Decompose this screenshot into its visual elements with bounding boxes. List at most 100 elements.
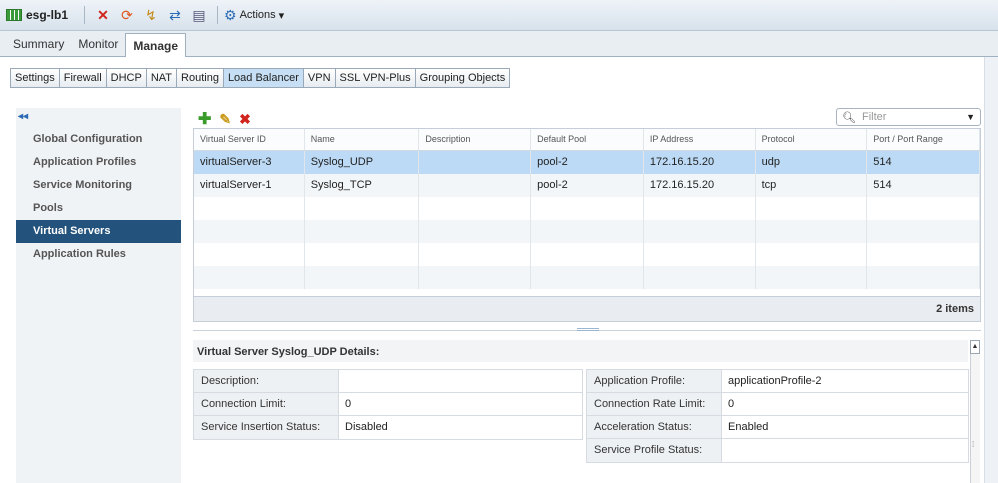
nav-pools[interactable]: Pools: [16, 197, 181, 220]
details-right-table: Application Profile: applicationProfile-…: [586, 369, 969, 463]
cell-description: [419, 174, 532, 197]
subtab-firewall[interactable]: Firewall: [59, 69, 107, 87]
cell-port: 514: [867, 174, 981, 197]
search-icon: 🔍︎: [842, 111, 856, 124]
detail-label: Application Profile:: [587, 370, 722, 392]
right-panel-edge: [984, 57, 998, 483]
column-header[interactable]: Name: [305, 129, 420, 150]
splitter-grip[interactable]: [577, 328, 599, 331]
details-row: Connection Rate Limit: 0: [587, 393, 968, 416]
subtab-routing[interactable]: Routing: [177, 69, 224, 87]
column-header[interactable]: IP Address: [644, 129, 756, 150]
detail-label: Service Profile Status:: [587, 439, 722, 462]
cell-protocol: tcp: [756, 174, 868, 197]
collapse-panel-icon[interactable]: ◂◂: [18, 111, 28, 122]
load-balancer-nav: ◂◂ Global Configuration Application Prof…: [16, 108, 181, 483]
filter-input[interactable]: 🔍︎ Filter ▼: [836, 108, 981, 126]
tab-monitor[interactable]: Monitor: [71, 32, 125, 56]
cell-default-pool: pool-2: [531, 174, 644, 197]
subtab-dhcp[interactable]: DHCP: [106, 69, 147, 87]
details-scrollbar[interactable]: [970, 340, 980, 483]
cell-default-pool: pool-2: [531, 151, 644, 174]
details-row: Acceleration Status: Enabled: [587, 416, 968, 439]
nav-service-monitoring[interactable]: Service Monitoring: [16, 174, 181, 197]
table-body: virtualServer-3 Syslog_UDP pool-2 172.16…: [194, 151, 981, 289]
object-toolbar: esg-lb1 ✕ ⟳ ↯ ⇄ ▤ ⚙ Actions ▾: [0, 0, 998, 31]
subtab-ssl-vpn-plus[interactable]: SSL VPN-Plus: [335, 69, 416, 87]
actions-menu[interactable]: ⚙ Actions ▾: [224, 7, 284, 24]
details-row: Service Insertion Status: Disabled: [194, 416, 582, 439]
gear-icon: ⚙: [224, 6, 237, 23]
column-header[interactable]: Protocol: [756, 129, 868, 150]
grid-toolbar: ✚ ✎ ✖: [198, 109, 251, 129]
detail-label: Service Insertion Status:: [194, 416, 339, 439]
properties-icon[interactable]: ▤: [189, 5, 209, 25]
column-header[interactable]: Port / Port Range: [867, 129, 981, 150]
cell-ip-address: 172.16.15.20: [644, 151, 756, 174]
object-title: esg-lb1: [26, 8, 69, 22]
detail-label: Connection Rate Limit:: [587, 393, 722, 415]
detail-value: Disabled: [345, 421, 388, 433]
column-header[interactable]: Virtual Server ID: [194, 129, 305, 150]
cell-name: Syslog_TCP: [305, 174, 420, 197]
nav-global-configuration[interactable]: Global Configuration: [16, 128, 181, 151]
detail-value: Enabled: [728, 421, 769, 433]
detail-label: Acceleration Status:: [587, 416, 722, 438]
table-header: Virtual Server ID Name Description Defau…: [194, 129, 981, 151]
details-row: Description:: [194, 370, 582, 393]
cell-ip-address: 172.16.15.20: [644, 174, 756, 197]
item-count: 2 items: [194, 296, 980, 321]
add-icon[interactable]: ✚: [198, 109, 211, 129]
detail-value: [339, 370, 351, 392]
edge-gateway-icon: [6, 9, 22, 21]
delete-icon[interactable]: ✖: [239, 111, 251, 128]
cell-virtual-server-id: virtualServer-1: [194, 174, 305, 197]
empty-row: [194, 266, 981, 289]
cell-description: [419, 151, 532, 174]
refresh-icon[interactable]: ⟳: [117, 5, 137, 25]
column-header[interactable]: Description: [419, 129, 532, 150]
table-row[interactable]: virtualServer-1 Syslog_TCP pool-2 172.16…: [194, 174, 981, 197]
subtab-grouping-objects[interactable]: Grouping Objects: [415, 69, 510, 87]
empty-row: [194, 220, 981, 243]
details-row: Connection Limit: 0: [194, 393, 582, 416]
details-left-table: Description: Connection Limit: 0 Service…: [193, 369, 583, 440]
subtab-vpn[interactable]: VPN: [303, 69, 336, 87]
subtab-load-balancer[interactable]: Load Balancer: [223, 69, 304, 87]
toolbar-divider: [84, 6, 86, 24]
nav-virtual-servers[interactable]: Virtual Servers: [16, 220, 181, 243]
cell-name: Syslog_UDP: [305, 151, 420, 174]
tab-summary[interactable]: Summary: [6, 32, 71, 56]
filter-placeholder: Filter: [861, 111, 887, 123]
detail-value: 0: [728, 398, 735, 410]
empty-row: [194, 197, 981, 220]
chevron-down-icon: ▾: [278, 9, 285, 22]
detail-label: Connection Limit:: [194, 393, 339, 415]
detail-value: applicationProfile-2: [728, 375, 822, 387]
details-row: Application Profile: applicationProfile-…: [587, 370, 968, 393]
column-header[interactable]: Default Pool: [531, 129, 644, 150]
chevron-down-icon[interactable]: ▼: [966, 112, 975, 122]
cell-virtual-server-id: virtualServer-3: [194, 151, 305, 174]
table-row[interactable]: virtualServer-3 Syslog_UDP pool-2 172.16…: [194, 151, 981, 174]
sub-tabs: Settings Firewall DHCP NAT Routing Load …: [10, 68, 511, 88]
resize-grip-icon[interactable]: ⁞: [972, 440, 974, 449]
cell-port: 514: [867, 151, 981, 174]
toolbar-divider: [217, 6, 219, 24]
details-row: Service Profile Status:: [587, 439, 968, 462]
detail-label: Description:: [194, 370, 339, 392]
nav-application-rules[interactable]: Application Rules: [16, 243, 181, 266]
actions-label: Actions: [239, 9, 276, 21]
nav-application-profiles[interactable]: Application Profiles: [16, 151, 181, 174]
delete-icon[interactable]: ✕: [93, 5, 113, 25]
scroll-up-arrow-icon[interactable]: ▲: [970, 340, 980, 354]
detail-value: 0: [345, 398, 352, 410]
sync-icon[interactable]: ⇄: [165, 5, 185, 25]
edit-icon[interactable]: ✎: [219, 111, 231, 128]
tab-manage[interactable]: Manage: [125, 33, 187, 57]
deploy-icon[interactable]: ↯: [141, 5, 161, 25]
virtual-servers-table: Virtual Server ID Name Description Defau…: [193, 128, 981, 322]
subtab-settings[interactable]: Settings: [11, 69, 60, 87]
subtab-nat[interactable]: NAT: [146, 69, 178, 87]
main-tabs: Summary Monitor Manage: [0, 31, 998, 57]
